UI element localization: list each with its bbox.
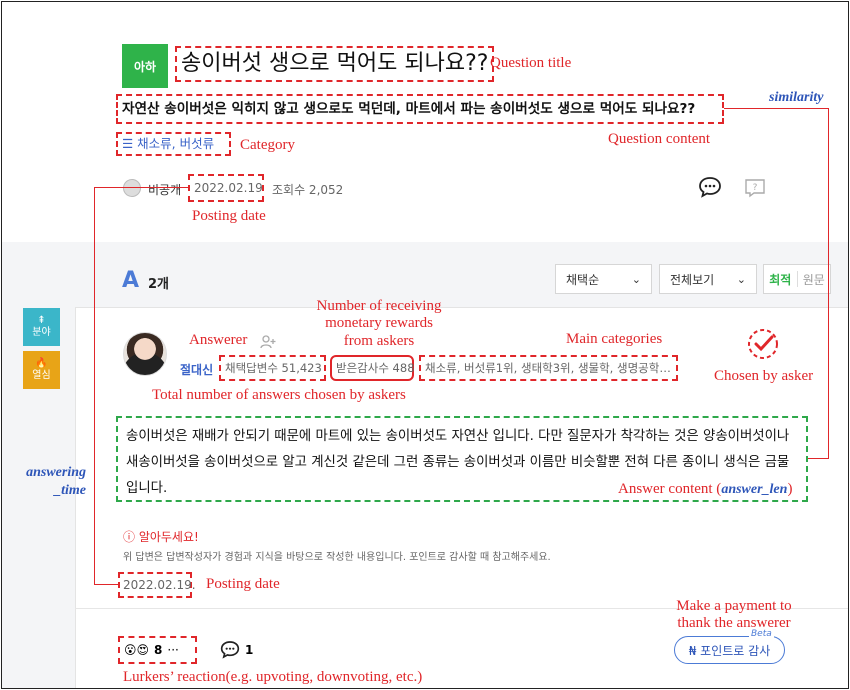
annotation-category: Category [240, 137, 295, 153]
connector-line [94, 187, 95, 585]
annotation-main-categories: Main categories [566, 331, 663, 347]
question-views: 조회수 2,052 [272, 183, 344, 197]
tab-original[interactable]: 원문 [798, 271, 831, 288]
question-badge: 아하 [122, 44, 168, 88]
follow-user-icon[interactable] [260, 335, 276, 349]
reaction-emoji-icon: 😮😍 [124, 643, 150, 657]
annotation-answer-len: answer_len [721, 482, 788, 497]
sort-select[interactable]: 채택순 ⌄ [555, 264, 652, 294]
beta-badge: Beta [749, 629, 774, 639]
connector-line [94, 187, 188, 188]
annotation-posting-date-2: Posting date [206, 576, 280, 592]
answerer-categories: 채소류, 버섯류1위, 생태학3위, 생물학, 생명공학… [419, 355, 678, 381]
annotation-answer-content-close: ) [787, 481, 793, 497]
reaction-count: 8 [154, 643, 163, 657]
comment-icon[interactable] [220, 640, 240, 659]
annotation-question-title: Question title [490, 55, 572, 71]
connector-line [808, 458, 829, 459]
answer-count-icon: A [122, 268, 140, 293]
answerer-avatar[interactable] [123, 332, 167, 376]
annotation-rewards: Number of receiving monetary rewards fro… [316, 298, 442, 349]
annotation-chosen-by-asker: Chosen by asker [714, 368, 814, 384]
author-avatar [123, 179, 141, 197]
text-mode-toggle: 최적 원문 [763, 264, 831, 294]
annotation-total-chosen: Total number of answers chosen by askers [152, 387, 406, 403]
annotation-answer-content: Answer content (answer_len) [618, 481, 792, 498]
reaction-button[interactable]: 😮😍 8 ··· [118, 636, 197, 664]
annotation-answer-content-label: Answer content ( [618, 481, 722, 497]
annotation-question-content: Question content [608, 131, 711, 147]
question-content: 자연산 송이버섯은 익히지 않고 생으로도 먹던데, 마트에서 파는 송이버섯도… [116, 94, 724, 124]
answer-count: 2개 [148, 277, 170, 292]
view-select-value: 전체보기 [670, 272, 715, 287]
svg-text:?: ? [753, 183, 758, 193]
sort-select-value: 채택순 [566, 272, 600, 287]
side-button-field[interactable]: ⇞ 분야 [23, 308, 60, 346]
tab-best[interactable]: 최적 [764, 271, 797, 288]
comment-icon[interactable] [698, 176, 722, 198]
connector-line [828, 108, 829, 459]
screenshot-frame: 아하 송이버섯 생으로 먹어도 되나요?? Question title sim… [1, 1, 849, 689]
view-select[interactable]: 전체보기 ⌄ [659, 264, 757, 294]
annotation-posting-date: Posting date [192, 208, 266, 224]
chevron-down-icon: ⌄ [631, 272, 641, 286]
annotation-answering-time: answering _time [26, 465, 86, 499]
answerer-name[interactable]: 절대신 [180, 361, 213, 378]
chosen-check-icon [748, 329, 778, 359]
notice-body: 위 답변은 답변작성자가 경험과 지식을 바탕으로 작성한 내용입니다. 포인트… [123, 552, 551, 563]
annotation-payment: Make a payment to thank the answerer [676, 598, 792, 632]
question-title: 송이버섯 생으로 먹어도 되나요?? [175, 46, 495, 82]
comment-count: 1 [245, 643, 254, 657]
annotation-answerer: Answerer [189, 332, 248, 348]
side-button-label: 열심 [32, 370, 51, 381]
thank-with-points-button[interactable]: ₦ 포인트로 감사 [674, 636, 785, 664]
received-thanks-count: 받은감사수 488 [330, 355, 415, 381]
field-icon: ⇞ [37, 315, 46, 326]
more-icon: ··· [167, 643, 179, 657]
chosen-answer-count: 채택답변수 51,423 [219, 355, 326, 381]
question-date: 2022.02.19 [188, 174, 264, 202]
annotation-similarity: similarity [769, 90, 824, 105]
side-button-diligent[interactable]: 🔥 열심 [23, 351, 60, 389]
connector-line [94, 584, 118, 585]
question-author: 비공개 [148, 183, 182, 197]
report-question-icon[interactable]: ? [744, 178, 766, 198]
side-button-label: 분야 [32, 327, 51, 338]
annotation-lurkers: Lurkers’ reaction(e.g. upvoting, downvot… [123, 669, 423, 685]
notice-title: ⓘ 알아두세요! [123, 530, 199, 544]
fire-icon: 🔥 [35, 358, 48, 369]
connector-line [724, 108, 829, 109]
chevron-down-icon: ⌄ [736, 272, 746, 286]
answer-date: 2022.02.19. [118, 572, 196, 598]
question-category[interactable]: ☰ 채소류, 버섯류 [116, 132, 231, 156]
